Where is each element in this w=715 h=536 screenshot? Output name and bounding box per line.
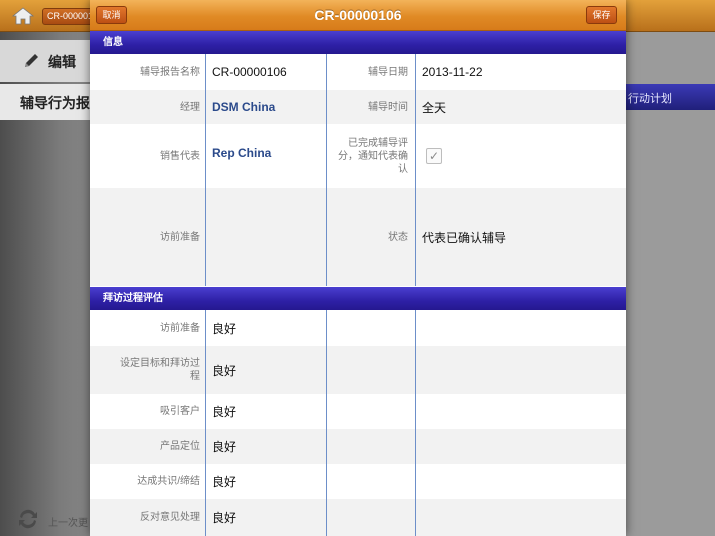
eval-row[interactable]: 吸引客户 良好 (90, 394, 626, 429)
eval-row[interactable]: 产品定位 良好 (90, 429, 626, 464)
eval-row-value[interactable]: 良好 (206, 394, 326, 429)
eval-row[interactable]: 达成共识/缔结 良好 (90, 464, 626, 499)
checkmark-icon: ✓ (428, 149, 440, 163)
eval-row-label: 产品定位 (160, 441, 200, 452)
column-divider (326, 310, 327, 536)
eval-row-label: 反对意见处理 (140, 512, 200, 523)
action-plan-label: 行动计划 (628, 93, 672, 105)
eval-section-header: 拜访过程评估 (90, 287, 626, 310)
eval-row-value[interactable]: 良好 (206, 499, 326, 536)
column-divider (205, 54, 206, 286)
info-row-report-name: 辅导报告名称 CR-00000106 辅导日期 2013-11-22 (90, 54, 626, 90)
eval-row[interactable]: 设定目标和拜访过程 良好 (90, 346, 626, 394)
coach-time-value[interactable]: 全天 (416, 90, 626, 124)
eval-row-value[interactable]: 良好 (206, 310, 326, 346)
eval-row[interactable]: 反对意见处理 良好 (90, 499, 626, 536)
coach-date-value[interactable]: 2013-11-22 (416, 54, 626, 90)
save-button[interactable]: 保存 (586, 6, 617, 24)
rep-link[interactable]: Rep China (206, 124, 326, 188)
status-value: 代表已确认辅导 (422, 230, 507, 245)
coaching-report-modal: CR-00000106 取消 保存 信息 辅导报告名称 CR-00000106 … (90, 0, 626, 536)
eval-row-label: 达成共识/缔结 (137, 476, 200, 487)
completed-checkbox-cell: ✓ (416, 124, 626, 188)
eval-row[interactable]: 访前准备 良好 (90, 310, 626, 346)
edit-label: 编辑 (48, 54, 76, 70)
report-name-value: CR-00000106 (212, 65, 287, 79)
column-divider (326, 54, 327, 286)
eval-row-value[interactable]: 良好 (206, 429, 326, 464)
manager-label: 经理 (180, 101, 200, 113)
refresh-icon[interactable] (16, 508, 40, 530)
eval-row-label: 吸引客户 (160, 406, 200, 417)
info-row-manager: 经理 DSM China 辅导时间 全天 (90, 90, 626, 124)
eval-row-value[interactable]: 良好 (206, 346, 326, 394)
report-name-label: 辅导报告名称 (140, 66, 200, 78)
edit-button[interactable]: 编辑 (0, 40, 100, 82)
eval-row-value[interactable]: 良好 (206, 464, 326, 499)
rep-label: 销售代表 (160, 150, 200, 162)
manager-link[interactable]: DSM China (206, 90, 326, 124)
info-row-rep: 销售代表 Rep China 已完成辅导评分，通知代表确认 ✓ (90, 124, 626, 188)
coach-time-label: 辅导时间 (368, 101, 408, 113)
column-divider (415, 310, 416, 536)
last-update-label: 上一次更 (48, 518, 88, 529)
prep-label: 访前准备 (160, 231, 200, 243)
eval-row-label: 设定目标和拜访过程 (120, 358, 200, 382)
info-row-prep: 访前准备 状态 代表已确认辅导 (90, 188, 626, 286)
info-section-header: 信息 (90, 31, 626, 54)
completed-checkbox[interactable]: ✓ (426, 148, 442, 164)
modal-title: CR-00000106 (314, 7, 402, 23)
completed-label: 已完成辅导评分，通知代表确认 (338, 137, 408, 175)
status-label: 状态 (388, 231, 408, 243)
cancel-button[interactable]: 取消 (96, 6, 127, 24)
home-icon[interactable] (12, 7, 34, 25)
coaching-behavior-label: 辅导行为报 (20, 95, 90, 111)
column-divider (205, 310, 206, 536)
coaching-behavior-item[interactable]: 辅导行为报 (0, 84, 100, 120)
column-divider (415, 54, 416, 286)
coach-date-label: 辅导日期 (368, 66, 408, 78)
pencil-icon (25, 54, 38, 67)
modal-header: CR-00000106 取消 保存 (90, 0, 626, 31)
prep-value[interactable] (206, 188, 326, 286)
eval-row-label: 访前准备 (160, 322, 200, 334)
